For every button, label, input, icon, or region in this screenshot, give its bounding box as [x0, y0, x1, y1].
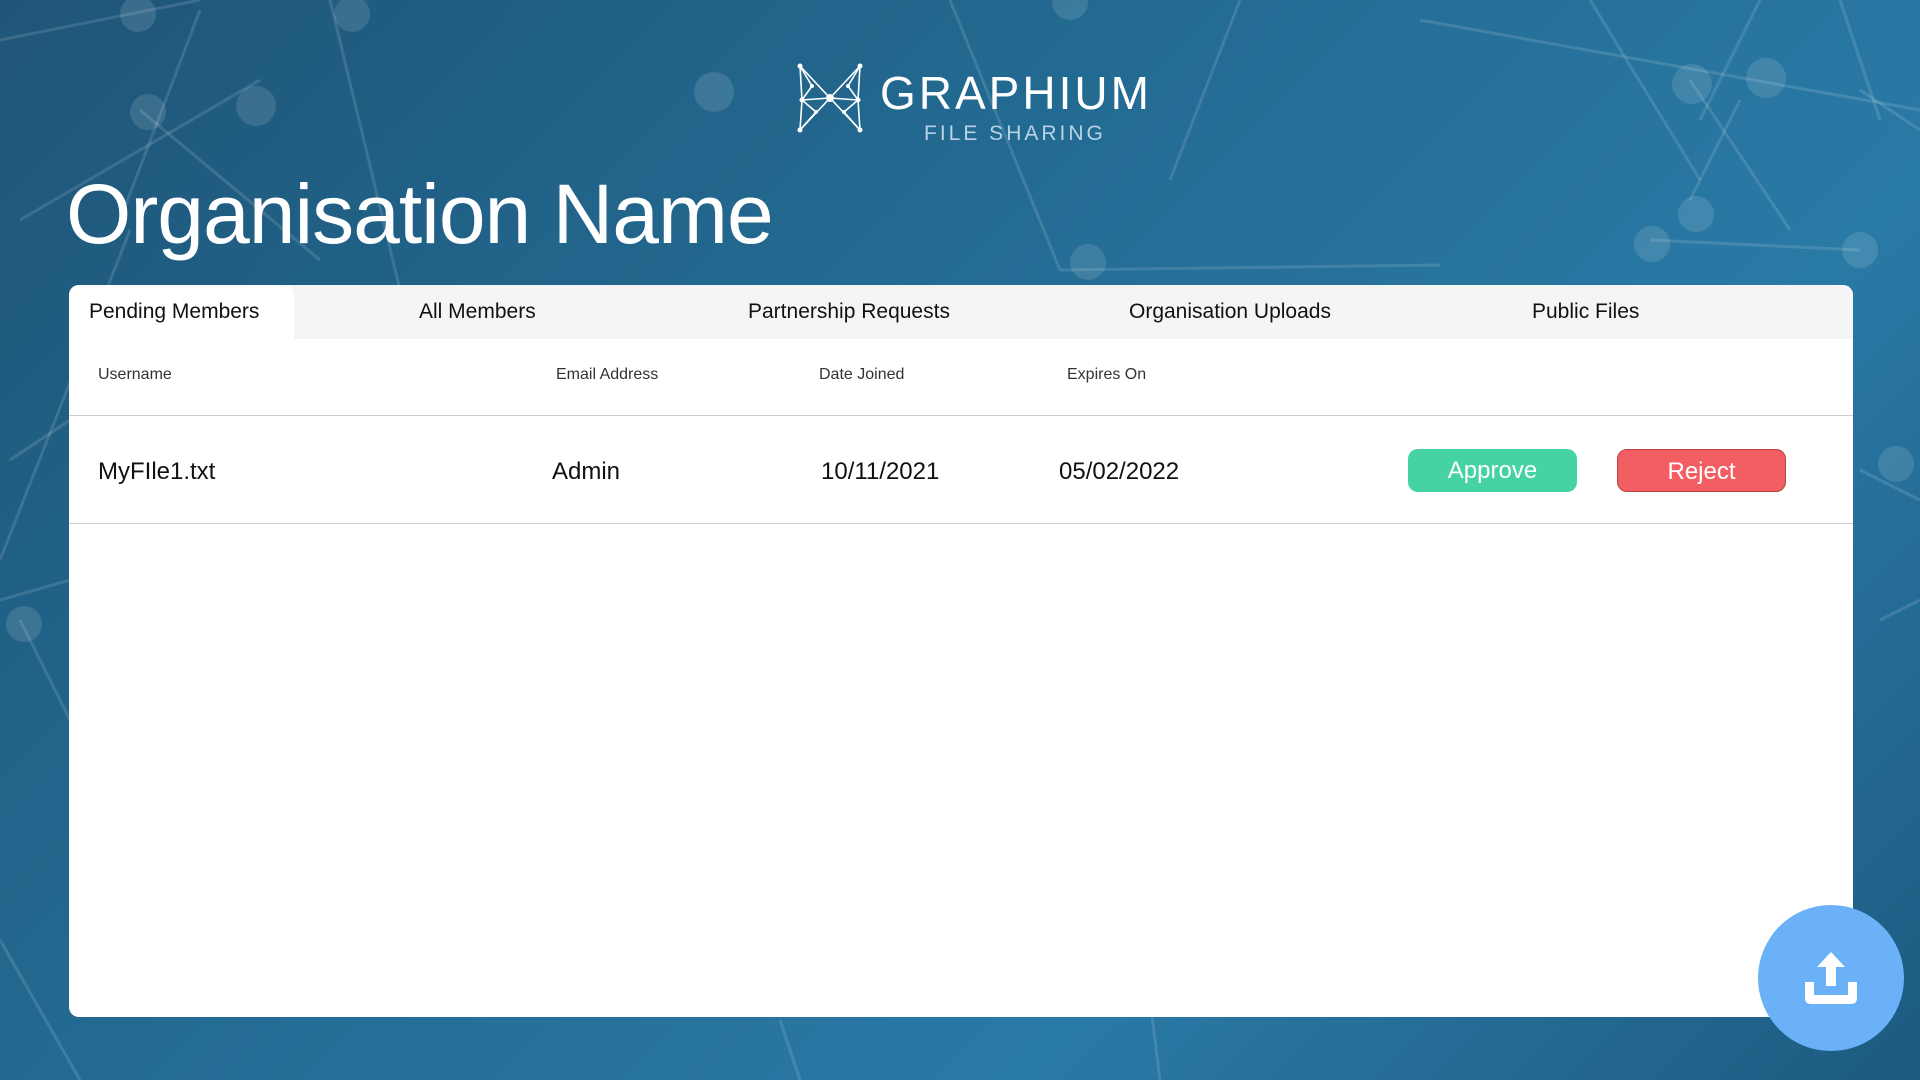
- approve-button[interactable]: Approve: [1408, 449, 1577, 492]
- reject-button[interactable]: Reject: [1617, 449, 1786, 492]
- column-header-expires-on: Expires On: [1067, 366, 1147, 383]
- upload-button[interactable]: [1758, 905, 1904, 1051]
- app-logo: GRAPHIUM FILE SHARING: [796, 60, 1149, 145]
- tab-organisation-uploads[interactable]: Organisation Uploads: [1129, 285, 1331, 339]
- tab-partnership-requests[interactable]: Partnership Requests: [748, 285, 950, 339]
- column-header-username: Username: [98, 366, 172, 383]
- header-divider: [69, 415, 1853, 416]
- row-expires-on: 05/02/2022: [1059, 458, 1180, 485]
- upload-icon: [1805, 952, 1857, 1004]
- row-email: Admin: [552, 458, 621, 485]
- column-header-email: Email Address: [556, 366, 659, 383]
- tab-public-files[interactable]: Public Files: [1532, 285, 1639, 339]
- page-title: Organisation Name: [66, 167, 774, 261]
- row-username: MyFIle1.txt: [98, 458, 216, 485]
- column-header-date-joined: Date Joined: [819, 366, 905, 383]
- row-date-joined: 10/11/2021: [821, 458, 940, 485]
- network-butterfly-icon: [797, 63, 863, 133]
- logo-title: GRAPHIUM: [880, 67, 1152, 119]
- members-panel: Pending Members All Members Partnership …: [69, 285, 1853, 1017]
- tab-all-members[interactable]: All Members: [419, 285, 536, 339]
- logo-subtitle: FILE SHARING: [924, 122, 1106, 145]
- row-divider: [69, 523, 1853, 524]
- tab-bar: Pending Members All Members Partnership …: [69, 285, 1853, 339]
- tab-pending-members[interactable]: Pending Members: [69, 285, 294, 339]
